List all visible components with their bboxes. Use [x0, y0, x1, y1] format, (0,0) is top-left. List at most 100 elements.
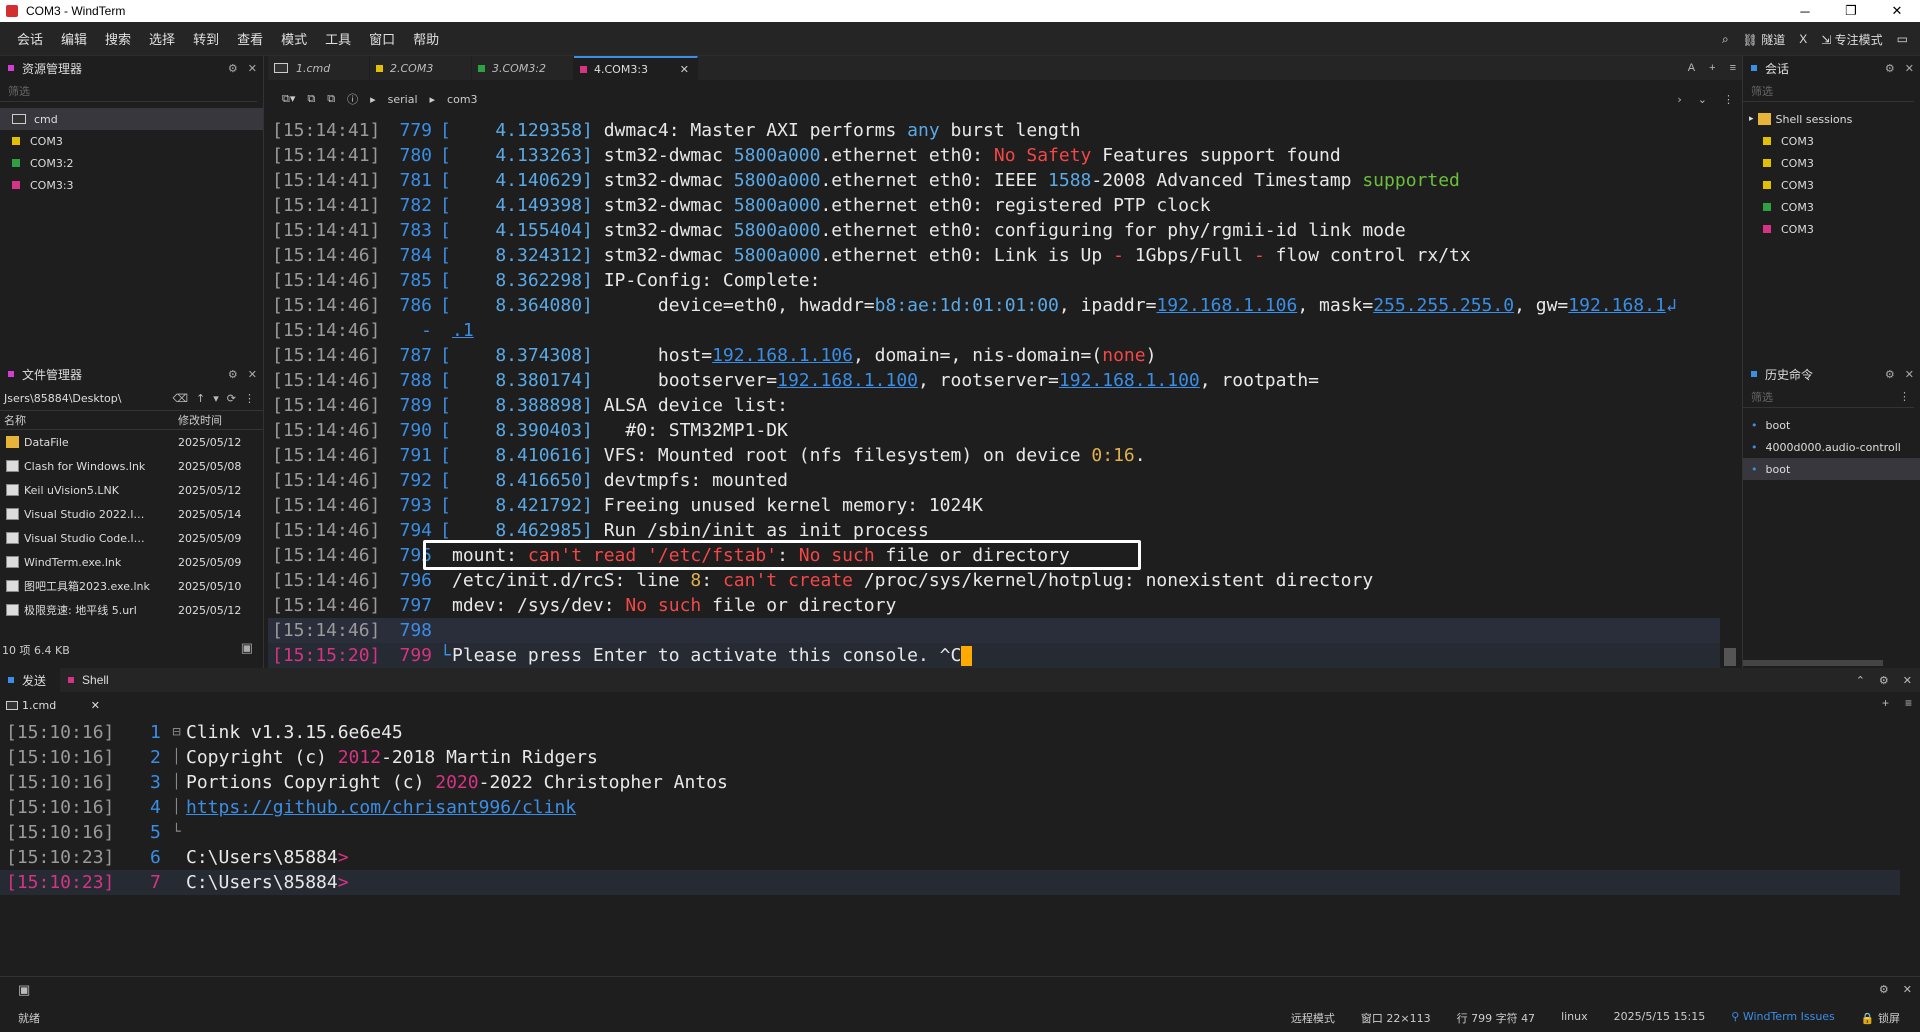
menu-tools[interactable]: 工具 [316, 29, 360, 48]
more-icon[interactable]: ⋮ [1723, 93, 1734, 106]
shell-output[interactable]: [15:10:16] 1 ⊟ Clink v1.3.15.6e6e45 [15:10:… [0, 720, 1900, 900]
x-button[interactable]: X [1799, 32, 1807, 46]
menu-view[interactable]: 查看 [228, 29, 272, 48]
gear-icon[interactable]: ⚙ [228, 368, 238, 381]
layout-icon[interactable]: ▭ [1897, 32, 1908, 46]
lock-screen-button[interactable]: 🔒 锁屏 [1861, 1010, 1900, 1026]
path-bar[interactable]: Jsers\85884\Desktop\ ⌫ ↑ ▾ ⟳ ⋮ [0, 386, 263, 410]
close-icon[interactable]: ✕ [1903, 674, 1912, 687]
menu-search[interactable]: 搜索 [96, 29, 140, 48]
terminal-scrollbar[interactable] [1722, 118, 1738, 670]
focus-mode-button[interactable]: ⇲ 专注模式 [1821, 31, 1882, 48]
info-icon[interactable]: ⓘ [347, 91, 358, 107]
close-window-button[interactable]: ✕ [1874, 0, 1920, 22]
history-item[interactable]: • boot [1743, 458, 1920, 480]
menu-help[interactable]: 帮助 [404, 29, 448, 48]
new-tab-button[interactable]: + [1709, 62, 1715, 74]
clear-path-icon[interactable]: ⌫ [172, 392, 188, 405]
tab-send[interactable]: 发送 [0, 668, 61, 692]
tab-4-com3-3[interactable]: 4.COM3:3 ✕ [574, 56, 698, 80]
sessions-filter-input[interactable]: 筛选 [1743, 80, 1914, 102]
new-session-icon[interactable]: ⧉▾ [282, 92, 295, 106]
file-row[interactable]: Visual Studio Code.l… 2025/05/09 [0, 526, 263, 550]
shell-tab-1-cmd[interactable]: 1.cmd ✕ [0, 694, 108, 716]
maximize-button[interactable]: ❐ [1828, 0, 1874, 22]
minimize-button[interactable]: ─ [1782, 0, 1828, 22]
up-arrow-icon[interactable]: ↑ [196, 392, 205, 405]
chevron-right-icon[interactable]: ▸ [1749, 114, 1754, 124]
menu-select[interactable]: 选择 [140, 29, 184, 48]
windterm-issues-link[interactable]: ⚲ WindTerm Issues [1731, 1010, 1835, 1026]
chevron-right-icon[interactable]: › [1677, 93, 1681, 106]
more-icon[interactable]: ⋮ [1899, 390, 1910, 403]
explorer-item-com3-3[interactable]: COM3:3 [0, 174, 263, 196]
file-row[interactable]: Clash for Windows.lnk 2025/05/08 [0, 454, 263, 478]
session-item[interactable]: COM3 [1743, 218, 1920, 240]
file-row[interactable]: DataFile 2025/05/12 [0, 430, 263, 454]
tab-shell[interactable]: Shell [60, 673, 123, 687]
scrollbar-thumb[interactable] [1724, 648, 1736, 666]
session-item[interactable]: COM3 [1743, 174, 1920, 196]
tab-menu-button[interactable]: ≡ [1730, 62, 1736, 74]
menu-session[interactable]: 会话 [8, 29, 52, 48]
close-icon[interactable]: ✕ [248, 62, 257, 75]
history-filter-input[interactable]: 筛选 ⋮ [1743, 386, 1914, 408]
close-icon[interactable]: ✕ [1903, 983, 1912, 996]
menu-window[interactable]: 窗口 [360, 29, 404, 48]
shell-sessions-group[interactable]: ▸ Shell sessions [1743, 108, 1920, 130]
refresh-icon[interactable]: ⟳ [227, 392, 236, 405]
explorer-filter-input[interactable]: 筛选 [0, 80, 257, 102]
menu-goto[interactable]: 转到 [184, 29, 228, 48]
gear-icon[interactable]: ⚙ [1879, 983, 1889, 996]
status-remote-mode[interactable]: 远程模式 [1291, 1010, 1335, 1026]
session-item[interactable]: COM3 [1743, 152, 1920, 174]
column-name[interactable]: 名称 [0, 412, 178, 428]
shell-menu-icon[interactable]: ≡ [1905, 696, 1912, 710]
close-icon[interactable]: ✕ [248, 368, 257, 381]
font-size-button[interactable]: A [1688, 62, 1695, 74]
session-item[interactable]: COM3 [1743, 130, 1920, 152]
search-icon[interactable]: ⌕ [1722, 32, 1729, 47]
terminal-output[interactable]: [15:14:41] 779 [ 4.129358] dwmac4: Master … [268, 118, 1720, 670]
close-tab-icon[interactable]: ✕ [91, 699, 100, 712]
explorer-item-com3-2[interactable]: COM3:2 [0, 152, 263, 174]
history-item[interactable]: • 4000d000.audio-controll [1743, 436, 1920, 458]
chevron-down-icon[interactable]: ▾ [213, 392, 219, 405]
gear-icon[interactable]: ⚙ [1885, 62, 1895, 75]
gear-icon[interactable]: ⚙ [1879, 674, 1889, 687]
breadcrumb-serial[interactable]: serial [388, 93, 418, 106]
add-shell-icon[interactable]: + [1882, 696, 1889, 710]
explorer-item-cmd[interactable]: cmd [0, 108, 263, 130]
file-row[interactable]: Keil uVision5.LNK 2025/05/12 [0, 478, 263, 502]
copy-icon[interactable]: ⧉ [327, 92, 335, 106]
breadcrumb-com3[interactable]: com3 [447, 93, 478, 106]
file-row[interactable]: 图吧工具箱2023.exe.lnk 2025/05/10 [0, 574, 263, 598]
history-scrollbar[interactable] [1743, 660, 1883, 666]
file-row[interactable]: Visual Studio 2022.l… 2025/05/14 [0, 502, 263, 526]
more-icon[interactable]: ⋮ [244, 392, 255, 405]
file-row[interactable]: WindTerm.exe.lnk 2025/05/09 [0, 550, 263, 574]
column-date[interactable]: 修改时间 [178, 412, 222, 428]
menu-edit[interactable]: 编辑 [52, 29, 96, 48]
folder-open-icon[interactable]: ▣ [241, 640, 253, 656]
chevron-up-icon[interactable]: ⌃ [1856, 674, 1865, 687]
explorer-item-com3[interactable]: COM3 [0, 130, 263, 152]
tab-1-cmd[interactable]: 1.cmd [268, 56, 370, 80]
chevron-down-icon[interactable]: ⌄ [1698, 93, 1707, 106]
session-item[interactable]: COM3 [1743, 196, 1920, 218]
status-cursor-position[interactable]: 行 799 字符 47 [1457, 1010, 1535, 1026]
send-icon[interactable]: ▣ [18, 982, 30, 998]
close-icon[interactable]: ✕ [1905, 62, 1914, 75]
tunnel-button[interactable]: ⛓ 隧道 [1743, 31, 1786, 48]
close-tab-icon[interactable]: ✕ [680, 63, 689, 76]
tab-2-com3[interactable]: 2.COM3 [370, 56, 472, 80]
close-icon[interactable]: ✕ [1905, 368, 1914, 381]
gear-icon[interactable]: ⚙ [1885, 368, 1895, 381]
file-row[interactable]: 极限竞速: 地平线 5.url 2025/05/12 [0, 598, 263, 622]
history-item[interactable]: • boot [1743, 414, 1920, 436]
path-text[interactable]: Jsers\85884\Desktop\ [4, 392, 121, 405]
duplicate-icon[interactable]: ⧉ [307, 92, 315, 106]
gear-icon[interactable]: ⚙ [228, 62, 238, 75]
menu-mode[interactable]: 模式 [272, 29, 316, 48]
tab-3-com3-2[interactable]: 3.COM3:2 [472, 56, 574, 80]
